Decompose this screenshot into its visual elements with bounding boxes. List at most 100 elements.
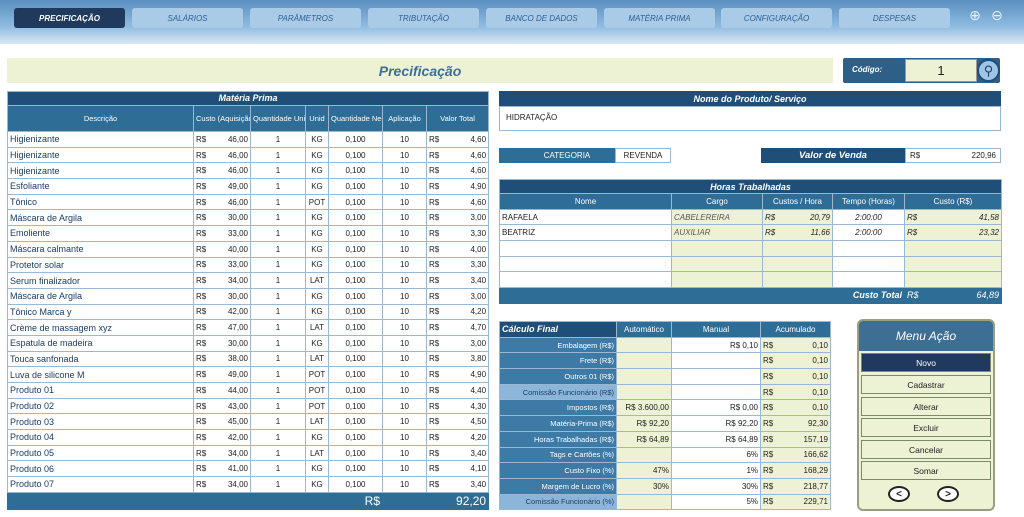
produto-name-field[interactable]: HIDRATAÇÃO [499, 106, 1001, 131]
mp-row[interactable]: Crème de massagem xyz R$ 47,00 1 LAT 0,100 10 R… [7, 319, 490, 336]
mp-row[interactable]: Tônico Marca y R$ 42,00 1 KG 0,100 10 R$ 4,20 [7, 303, 490, 321]
mp-desc[interactable]: Esfoliante [7, 178, 194, 195]
calculo-manual[interactable]: 1% [671, 462, 761, 479]
tab-3[interactable]: PARÂMETROS [250, 8, 361, 28]
menu-button-3[interactable]: Alterar [861, 397, 991, 416]
mp-row[interactable]: Produto 03 R$ 45,00 1 LAT 0,100 10 R$ 4,50 [7, 413, 490, 431]
menu-button-5[interactable]: Cancelar [861, 440, 991, 459]
tab-6[interactable]: MATÉRIA PRIMA [604, 8, 715, 28]
mp-row[interactable]: Produto 02 R$ 43,00 1 POT 0,100 10 R$ 4,30 [7, 397, 490, 415]
mp-row[interactable]: Produto 06 R$ 41,00 1 KG 0,100 10 R$ 4,10 [7, 460, 490, 478]
calculo-manual[interactable] [671, 352, 761, 370]
menu-button-6[interactable]: Somar [861, 461, 991, 480]
mp-row[interactable]: Produto 05 R$ 34,00 1 LAT 0,100 10 R$ 3,40 [7, 444, 490, 462]
mp-desc[interactable]: Máscara de Argila [7, 287, 194, 305]
mp-desc[interactable]: Máscara calmante [7, 240, 194, 258]
horas-nome[interactable]: RAFAELA [499, 208, 672, 226]
tab-1[interactable]: PRECIFICAÇÃO [14, 8, 125, 28]
horas-tempo[interactable]: 2:00:00 [832, 224, 905, 242]
calculo-manual[interactable]: 30% [671, 477, 761, 495]
mp-desc[interactable]: Protetor solar [7, 256, 194, 274]
mp-desc[interactable]: Produto 05 [7, 444, 194, 462]
mp-desc[interactable]: Máscara de Argila [7, 209, 194, 227]
menu-button-2[interactable]: Cadastrar [861, 375, 991, 394]
calculo-manual[interactable]: 6% [671, 446, 761, 464]
tab-5[interactable]: BANCO DE DADOS [486, 8, 597, 28]
mp-row[interactable]: Máscara calmante R$ 40,00 1 KG 0,100 10 R$ 4,00 [7, 240, 490, 258]
mp-row[interactable]: Máscara de Argila R$ 30,00 1 KG 0,100 10 R$ 3,00 [7, 287, 490, 305]
horas-row[interactable] [499, 255, 1003, 273]
horas-tempo[interactable] [832, 271, 905, 289]
menu-button-4[interactable]: Excluir [861, 418, 991, 437]
tab-7[interactable]: CONFIGURAÇÃO [721, 8, 832, 28]
mp-valor-total-value: 4,00 [470, 244, 487, 254]
mp-desc[interactable]: Tônico Marca y [7, 303, 194, 321]
horas-row[interactable] [499, 240, 1003, 257]
mp-row[interactable]: Produto 04 R$ 42,00 1 KG 0,100 10 R$ 4,20 [7, 429, 490, 446]
mp-desc[interactable]: Higienizante [7, 131, 194, 148]
next-button[interactable]: > [937, 486, 959, 502]
calculo-manual[interactable]: R$ 0,00 [671, 399, 761, 417]
zoom-in-icon[interactable]: ⊕ [966, 6, 984, 24]
mp-desc[interactable]: Produto 03 [7, 413, 194, 431]
zoom-out-icon[interactable]: ⊖ [988, 6, 1006, 24]
horas-tempo[interactable] [832, 240, 905, 257]
tab-4[interactable]: TRIBUTAÇÃO [368, 8, 479, 28]
calculo-manual[interactable] [671, 368, 761, 385]
menu-button-1[interactable]: Novo [861, 353, 991, 372]
mp-unid: KG [305, 225, 329, 242]
mp-desc[interactable]: Espatula de madeira [7, 334, 194, 352]
calculo-manual[interactable]: R$ 92,20 [671, 415, 761, 432]
horas-nome[interactable]: BEATRIZ [499, 224, 672, 242]
horas-row[interactable]: BEATRIZ AUXILIAR R$ 11,66 2:00:00 R$ 23,32 [499, 224, 1003, 242]
mp-desc[interactable]: Produto 07 [7, 476, 194, 493]
mp-row[interactable]: Protetor solar R$ 33,00 1 KG 0,100 10 R$ 3,30 [7, 256, 490, 274]
mp-row[interactable]: Higienizante R$ 46,00 1 KG 0,100 10 R$ 4,60 [7, 131, 490, 148]
tab-2[interactable]: SALÁRIOS [132, 8, 243, 28]
calculo-manual[interactable]: R$ 0,10 [671, 336, 761, 354]
mp-desc[interactable]: Tônico [7, 193, 194, 211]
mp-row[interactable]: Emoliente R$ 33,00 1 KG 0,100 10 R$ 3,30 [7, 225, 490, 242]
horas-row[interactable]: RAFAELA CABELEREIRA R$ 20,79 2:00:00 R$ 41,58 [499, 208, 1003, 226]
mp-row[interactable]: Espatula de madeira R$ 30,00 1 KG 0,100 10 R$ 3,… [7, 334, 490, 352]
mp-desc[interactable]: Higienizante [7, 162, 194, 180]
mp-desc[interactable]: Produto 06 [7, 460, 194, 478]
mp-desc[interactable]: Touca sanfonada [7, 350, 194, 368]
materia-prima-total-currency: R$ [364, 493, 380, 508]
calculo-manual[interactable] [671, 383, 761, 401]
mp-aplicacao: 10 [382, 444, 427, 462]
codigo-input[interactable]: 1 [905, 59, 977, 82]
calculo-manual[interactable]: R$ 64,89 [671, 430, 761, 448]
horas-nome[interactable] [499, 255, 672, 273]
mp-row[interactable]: Máscara de Argila R$ 30,00 1 KG 0,100 10 R$ 3,00 [7, 209, 490, 227]
mp-desc[interactable]: Crème de massagem xyz [7, 319, 194, 336]
horas-tempo[interactable] [832, 255, 905, 273]
categoria-select[interactable]: REVENDA [615, 148, 671, 163]
tab-8[interactable]: DESPESAS [839, 8, 950, 28]
mp-row[interactable]: Esfoliante R$ 49,00 1 KG 0,100 10 R$ 4,90 [7, 178, 490, 195]
mp-desc[interactable]: Serum finalizador [7, 272, 194, 289]
mp-row[interactable]: Luva de silicone M R$ 49,00 1 POT 0,100 10 R$ 4,… [7, 366, 490, 383]
horas-nome[interactable] [499, 240, 672, 257]
mp-row[interactable]: Higienizante R$ 46,00 1 KG 0,100 10 R$ 4,60 [7, 146, 490, 164]
mp-row[interactable]: Tônico R$ 46,00 1 POT 0,100 10 R$ 4,60 [7, 193, 490, 211]
calculo-manual[interactable]: 5% [671, 493, 761, 511]
mp-desc[interactable]: Produto 01 [7, 382, 194, 399]
mp-unid: KG [305, 240, 329, 258]
mp-desc[interactable]: Higienizante [7, 146, 194, 164]
mp-desc[interactable]: Produto 02 [7, 397, 194, 415]
mp-desc[interactable]: Produto 04 [7, 429, 194, 446]
mp-row[interactable]: Higienizante R$ 46,00 1 KG 0,100 10 R$ 4,60 [7, 162, 490, 180]
horas-tempo[interactable]: 2:00:00 [832, 208, 905, 226]
mp-desc[interactable]: Emoliente [7, 225, 194, 242]
mp-row[interactable]: Produto 07 R$ 34,00 1 KG 0,100 10 R$ 3,40 [7, 476, 490, 493]
mp-row[interactable]: Touca sanfonada R$ 38,00 1 LAT 0,100 10 R$ 3,80 [7, 350, 490, 368]
search-button[interactable]: ⚲ [977, 59, 1000, 82]
mp-desc[interactable]: Luva de silicone M [7, 366, 194, 383]
horas-row[interactable] [499, 271, 1003, 289]
prev-button[interactable]: < [888, 486, 910, 502]
mp-row[interactable]: Produto 01 R$ 44,00 1 POT 0,100 10 R$ 4,40 [7, 382, 490, 399]
calculo-acumulado: R$ 92,30 [760, 415, 831, 432]
mp-row[interactable]: Serum finalizador R$ 34,00 1 LAT 0,100 10 R$ 3,4… [7, 272, 490, 289]
horas-nome[interactable] [499, 271, 672, 289]
